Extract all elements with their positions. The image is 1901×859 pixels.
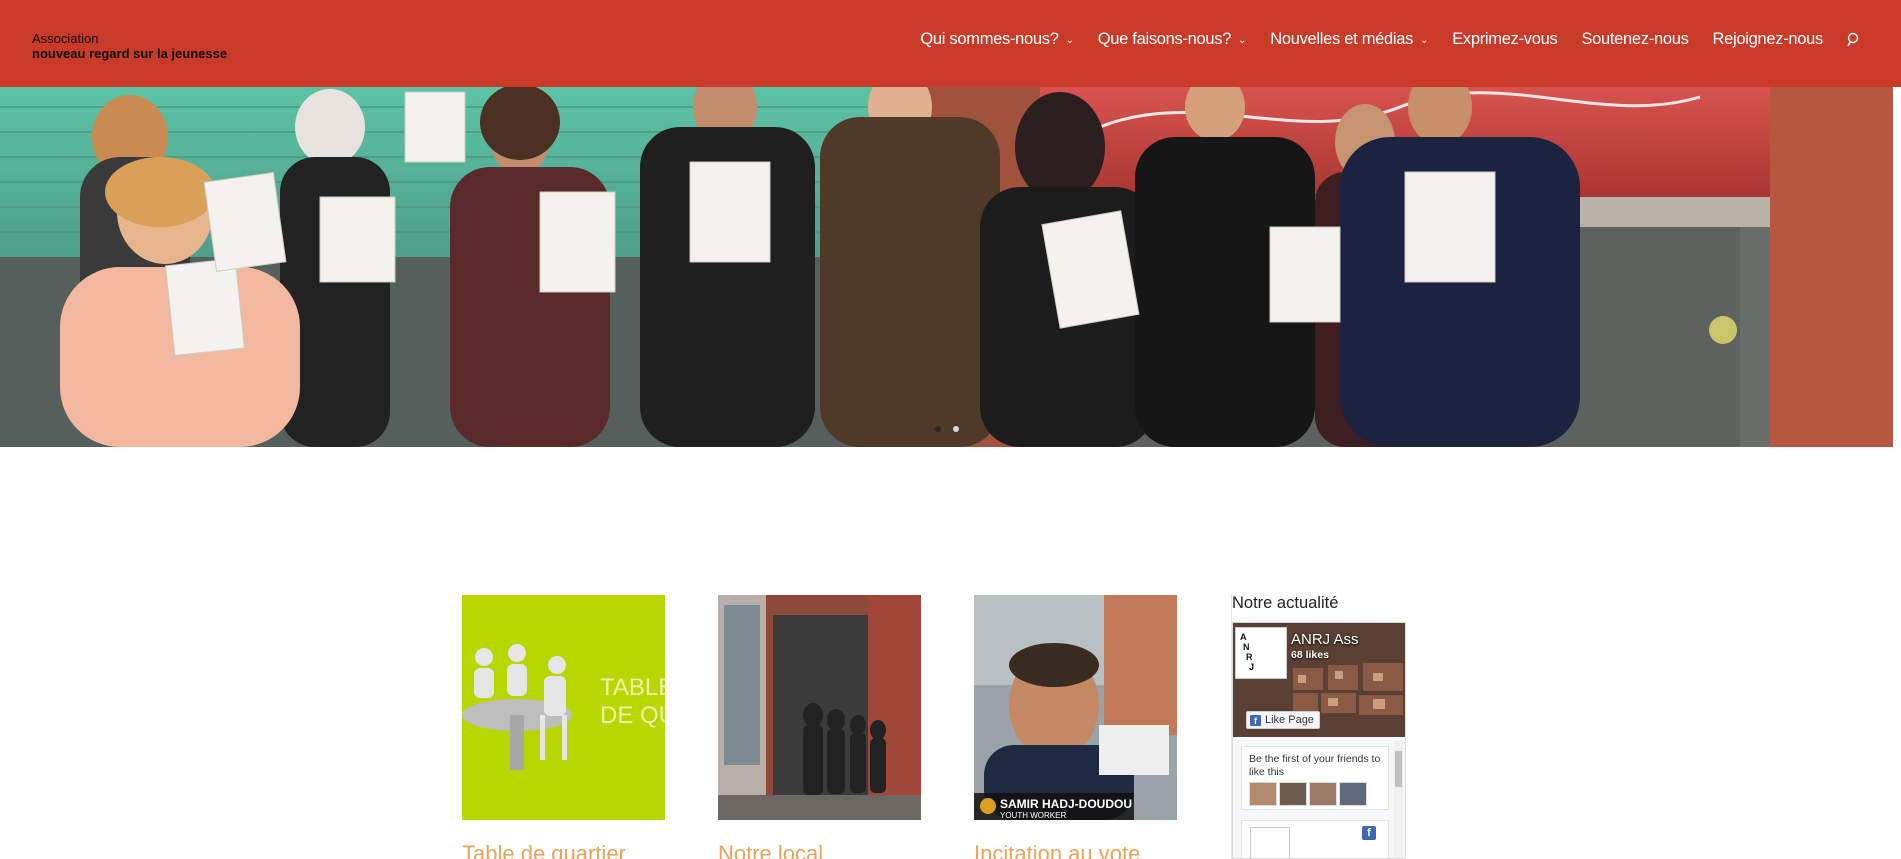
- nav-label: Qui sommes-nous?: [920, 30, 1059, 48]
- card-thumbnail[interactable]: [718, 595, 921, 820]
- svg-text:R: R: [1246, 652, 1253, 662]
- facebook-widget-scrollbar[interactable]: [1394, 741, 1403, 858]
- nav-label: Nouvelles et médias: [1270, 30, 1414, 48]
- facebook-cover[interactable]: ANRJ ANRJ Ass 68 likes f Like Page: [1233, 623, 1405, 737]
- slider-dot-1[interactable]: [935, 426, 941, 432]
- nav-label: Soutenez-nous: [1581, 30, 1689, 48]
- card-title[interactable]: Table de quartier: [462, 841, 626, 859]
- chevron-down-icon: ⌄: [1065, 35, 1074, 46]
- facebook-icon: f: [1250, 714, 1261, 726]
- nav-label: Exprimez-vous: [1452, 30, 1558, 48]
- facebook-page-name[interactable]: ANRJ Ass: [1291, 631, 1359, 648]
- svg-text:YOUTH WORKER: YOUTH WORKER: [1000, 811, 1066, 820]
- facebook-icon[interactable]: f: [1362, 826, 1376, 840]
- friend-avatar[interactable]: [1339, 782, 1367, 806]
- nav-item-exprimez-vous[interactable]: Exprimez-vous: [1452, 30, 1558, 49]
- search-icon[interactable]: [1847, 32, 1863, 48]
- card-notre-local[interactable]: Notre local: [718, 595, 921, 859]
- friend-avatar[interactable]: [1279, 782, 1307, 806]
- friend-avatar[interactable]: [1249, 782, 1277, 806]
- slider-dot-2[interactable]: [953, 426, 959, 432]
- facebook-friends-box: Be the first of your friends to like thi…: [1241, 746, 1389, 810]
- hero-slider-image[interactable]: [0, 87, 1901, 447]
- nav-item-nouvelles-et-medias[interactable]: Nouvelles et médias ⌄: [1270, 30, 1428, 49]
- card-title[interactable]: Notre local: [718, 841, 823, 859]
- nav-item-rejoignez-nous[interactable]: Rejoignez-nous: [1712, 30, 1824, 49]
- nav-item-qui-sommes-nous[interactable]: Qui sommes-nous? ⌄: [920, 30, 1074, 49]
- facebook-page-widget[interactable]: ANRJ ANRJ Ass 68 likes f Like Page Be th…: [1232, 622, 1406, 859]
- svg-text:A: A: [1240, 632, 1247, 642]
- nav-item-que-faisons-nous[interactable]: Que faisons-nous? ⌄: [1098, 30, 1247, 49]
- friend-avatar[interactable]: [1309, 782, 1337, 806]
- like-button-label: Like Page: [1265, 714, 1314, 726]
- card-incitation-au-vote[interactable]: SAMIR HADJ-DOUDOU YOUTH WORKER Incitatio…: [974, 595, 1177, 859]
- site-header: Association nouveau regard sur la jeunes…: [0, 0, 1901, 87]
- chevron-down-icon: ⌄: [1238, 35, 1247, 46]
- chevron-down-icon: ⌄: [1420, 35, 1429, 46]
- site-logo[interactable]: Association nouveau regard sur la jeunes…: [32, 31, 227, 62]
- svg-text:SAMIR HADJ-DOUDOU: SAMIR HADJ-DOUDOU: [1000, 797, 1132, 811]
- svg-text:DE QUA: DE QUA: [600, 702, 665, 729]
- card-thumbnail[interactable]: SAMIR HADJ-DOUDOU YOUTH WORKER: [974, 595, 1177, 820]
- logo-line-1: Association: [32, 31, 99, 46]
- card-title[interactable]: Incitation au vote: [974, 841, 1140, 859]
- facebook-likes-count: 68 likes: [1291, 649, 1329, 661]
- facebook-friends-text: Be the first of your friends to like thi…: [1249, 753, 1381, 778]
- nav-label: Que faisons-nous?: [1097, 30, 1232, 48]
- logo-line-2: nouveau regard sur la jeunesse: [32, 46, 228, 61]
- svg-text:J: J: [1249, 662, 1254, 672]
- main-nav: Qui sommes-nous? ⌄ Que faisons-nous? ⌄ Nou…: [896, 30, 1863, 49]
- nav-item-soutenez-nous[interactable]: Soutenez-nous: [1581, 30, 1688, 49]
- news-title: Notre actualité: [1232, 594, 1339, 612]
- facebook-friend-faces: [1249, 782, 1369, 806]
- card-table-de-quartier[interactable]: TABLES DE QUA Table de quartier: [462, 595, 665, 859]
- scrollbar-thumb[interactable]: [1395, 751, 1402, 787]
- facebook-page-avatar[interactable]: ANRJ: [1235, 627, 1287, 679]
- svg-text:N: N: [1243, 642, 1250, 652]
- slider-pagination: [935, 426, 971, 432]
- facebook-like-page-button[interactable]: f Like Page: [1246, 711, 1320, 729]
- facebook-post[interactable]: f: [1241, 820, 1389, 858]
- nav-label: Rejoignez-nous: [1712, 30, 1824, 48]
- card-thumbnail[interactable]: TABLES DE QUA: [462, 595, 665, 820]
- hero-right-edge: [1893, 87, 1901, 447]
- facebook-post-avatar[interactable]: [1250, 827, 1290, 858]
- thumb-text: TABLES: [600, 674, 665, 701]
